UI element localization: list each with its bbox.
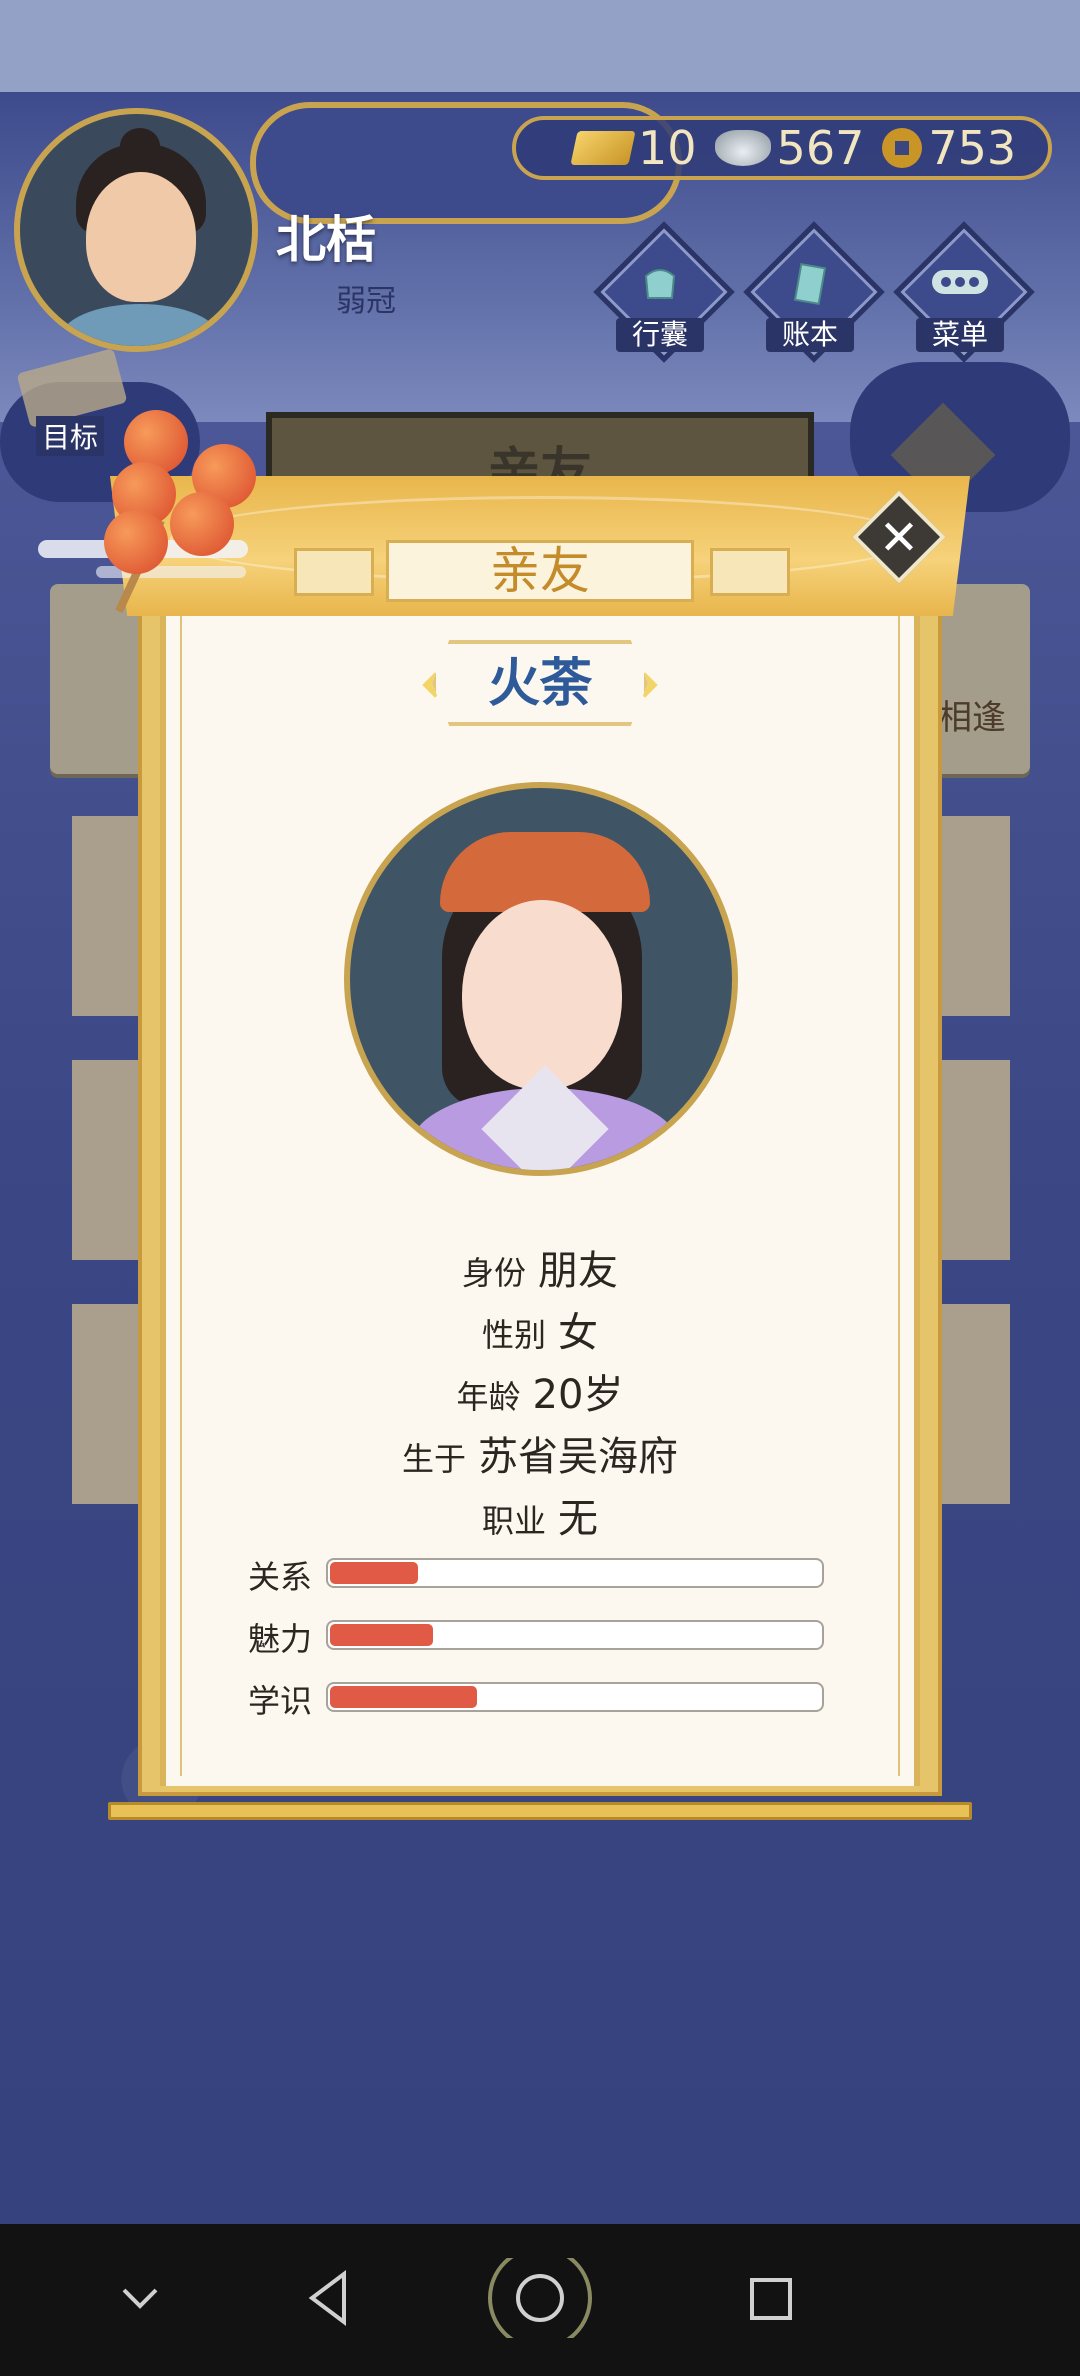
player-name: 北栝 (276, 211, 376, 269)
menu-dots-icon (900, 262, 1020, 302)
stat-track (326, 1558, 824, 1588)
info-key: 生于 (401, 1440, 466, 1478)
info-value: 苏省吴海府 (478, 1434, 678, 1480)
scroll-rod (108, 1802, 972, 1820)
info-key: 身份 (461, 1254, 526, 1292)
info-identity: 身份 朋友 (110, 1238, 970, 1296)
info-value: 女 (558, 1310, 598, 1356)
bag-button[interactable]: 行囊 (593, 221, 735, 363)
bag-label: 行囊 (616, 318, 704, 352)
game-scene: 北栝 弱冠 10 567 753 行囊 账本 菜单 目标 亲友 相逢 亲友 ✕ … (0, 0, 1080, 2224)
stat-knowledge: 学识 (248, 1682, 948, 1720)
currency-bar: 10 567 753 (512, 116, 1052, 180)
stat-charm: 魅力 (248, 1620, 948, 1658)
avatar-bun (120, 128, 160, 164)
ledger-label: 账本 (766, 318, 854, 352)
info-occupation: 职业无 (110, 1486, 970, 1544)
ledger-button[interactable]: 账本 (743, 221, 885, 363)
haws-ball (104, 510, 168, 574)
goal-label[interactable]: 目标 (36, 416, 105, 456)
candied-haws-decoration (96, 406, 276, 614)
character-portrait (344, 782, 738, 1176)
friend-detail-dialog: 亲友 ✕ 火荼 身份朋友 性别女 年龄 20岁 生于苏省吴海府 职业无 关系 (108, 476, 972, 1826)
close-icon[interactable]: ✕ (866, 506, 932, 572)
stat-relationship: 关系 (248, 1558, 948, 1596)
haws-ball (170, 492, 234, 556)
info-key: 性别 (481, 1316, 546, 1354)
menu-label: 菜单 (916, 318, 1004, 352)
player-avatar[interactable] (14, 108, 258, 352)
stat-label: 魅力 (248, 1620, 313, 1658)
info-value: 20岁 (532, 1372, 624, 1418)
stat-fill (330, 1686, 477, 1708)
coin-count: 753 (928, 121, 1017, 175)
header-side-plate (294, 548, 374, 596)
avatar-robe (60, 304, 220, 346)
android-nav-bar (0, 2224, 1080, 2376)
gold-ingot-icon (570, 131, 636, 165)
silver-ingot-icon (714, 130, 771, 166)
info-value: 朋友 (538, 1248, 618, 1294)
ledger-icon (750, 262, 870, 306)
info-age: 年龄 20岁 (110, 1362, 970, 1420)
info-key: 职业 (481, 1502, 546, 1540)
dialog-paper (160, 596, 920, 1786)
back-icon[interactable] (280, 2258, 380, 2338)
top-strip (0, 0, 1080, 92)
info-birthplace: 生于 苏省吴海府 (110, 1424, 970, 1482)
gold-count: 10 (638, 121, 697, 175)
header-side-plate (710, 548, 790, 596)
info-value: 无 (558, 1496, 598, 1542)
stat-label: 关系 (248, 1558, 313, 1596)
chevron-down-icon[interactable] (100, 2258, 180, 2338)
character-name: 火荼 (432, 640, 648, 726)
stat-track (326, 1620, 824, 1650)
home-icon[interactable] (484, 2258, 596, 2338)
stat-fill (330, 1562, 418, 1584)
player-title: 弱冠 (336, 284, 396, 319)
avatar-face (86, 172, 196, 302)
portrait-face (462, 900, 622, 1090)
stat-fill (330, 1624, 433, 1646)
recent-apps-icon[interactable] (730, 2258, 810, 2338)
info-key: 年龄 (456, 1378, 521, 1416)
coin-icon (882, 128, 923, 168)
stat-label: 学识 (248, 1682, 313, 1720)
stat-track (326, 1682, 824, 1712)
bag-icon (600, 262, 720, 302)
dialog-title: 亲友 (386, 540, 694, 602)
silver-count: 567 (776, 121, 865, 175)
info-gender: 性别女 (110, 1300, 970, 1358)
menu-button[interactable]: 菜单 (893, 221, 1035, 363)
